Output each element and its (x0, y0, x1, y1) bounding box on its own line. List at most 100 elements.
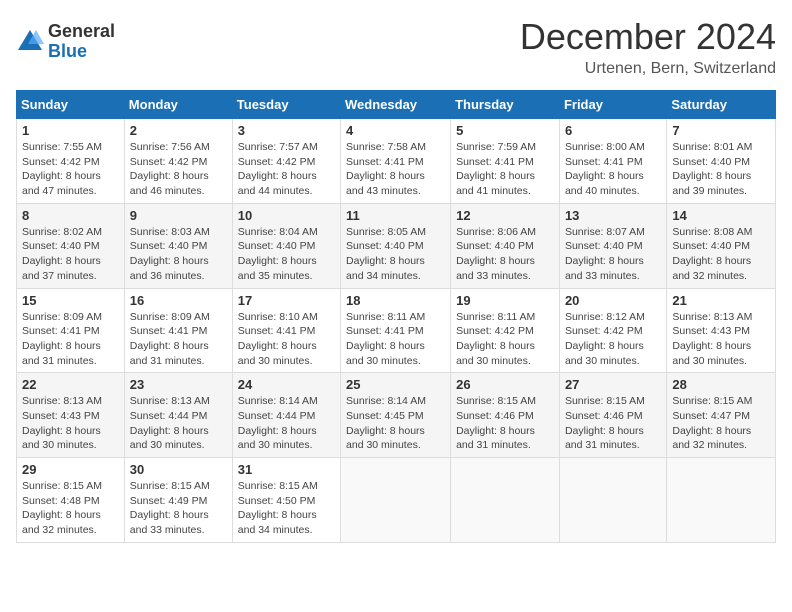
day-detail: Sunrise: 8:13 AMSunset: 4:43 PMDaylight:… (672, 310, 770, 369)
day-detail: Sunrise: 7:57 AMSunset: 4:42 PMDaylight:… (238, 140, 335, 199)
calendar-cell: 18 Sunrise: 8:11 AMSunset: 4:41 PMDaylig… (341, 288, 451, 373)
calendar-cell: 3 Sunrise: 7:57 AMSunset: 4:42 PMDayligh… (232, 119, 340, 204)
calendar-cell: 9 Sunrise: 8:03 AMSunset: 4:40 PMDayligh… (124, 203, 232, 288)
calendar-cell: 25 Sunrise: 8:14 AMSunset: 4:45 PMDaylig… (341, 373, 451, 458)
header-sunday: Sunday (17, 91, 125, 119)
day-detail: Sunrise: 8:08 AMSunset: 4:40 PMDaylight:… (672, 225, 770, 284)
calendar-cell: 1 Sunrise: 7:55 AMSunset: 4:42 PMDayligh… (17, 119, 125, 204)
calendar-cell: 10 Sunrise: 8:04 AMSunset: 4:40 PMDaylig… (232, 203, 340, 288)
week-row-1: 1 Sunrise: 7:55 AMSunset: 4:42 PMDayligh… (17, 119, 776, 204)
calendar-cell: 23 Sunrise: 8:13 AMSunset: 4:44 PMDaylig… (124, 373, 232, 458)
calendar-cell: 24 Sunrise: 8:14 AMSunset: 4:44 PMDaylig… (232, 373, 340, 458)
day-number: 29 (22, 462, 119, 477)
day-detail: Sunrise: 7:55 AMSunset: 4:42 PMDaylight:… (22, 140, 119, 199)
day-detail: Sunrise: 8:15 AMSunset: 4:46 PMDaylight:… (456, 394, 554, 453)
day-detail: Sunrise: 7:59 AMSunset: 4:41 PMDaylight:… (456, 140, 554, 199)
day-number: 16 (130, 293, 227, 308)
day-detail: Sunrise: 8:15 AMSunset: 4:47 PMDaylight:… (672, 394, 770, 453)
logo-icon (16, 28, 44, 56)
calendar-cell: 22 Sunrise: 8:13 AMSunset: 4:43 PMDaylig… (17, 373, 125, 458)
logo-general-text: General (48, 22, 115, 42)
calendar-cell (667, 458, 776, 543)
day-number: 23 (130, 377, 227, 392)
day-number: 25 (346, 377, 445, 392)
calendar-cell: 28 Sunrise: 8:15 AMSunset: 4:47 PMDaylig… (667, 373, 776, 458)
calendar-cell: 14 Sunrise: 8:08 AMSunset: 4:40 PMDaylig… (667, 203, 776, 288)
calendar-cell: 2 Sunrise: 7:56 AMSunset: 4:42 PMDayligh… (124, 119, 232, 204)
day-detail: Sunrise: 8:15 AMSunset: 4:50 PMDaylight:… (238, 479, 335, 538)
header-wednesday: Wednesday (341, 91, 451, 119)
day-number: 31 (238, 462, 335, 477)
day-number: 4 (346, 123, 445, 138)
calendar-cell: 15 Sunrise: 8:09 AMSunset: 4:41 PMDaylig… (17, 288, 125, 373)
calendar-table: SundayMondayTuesdayWednesdayThursdayFrid… (16, 90, 776, 543)
day-detail: Sunrise: 7:56 AMSunset: 4:42 PMDaylight:… (130, 140, 227, 199)
day-number: 9 (130, 208, 227, 223)
week-row-2: 8 Sunrise: 8:02 AMSunset: 4:40 PMDayligh… (17, 203, 776, 288)
day-number: 30 (130, 462, 227, 477)
day-detail: Sunrise: 8:07 AMSunset: 4:40 PMDaylight:… (565, 225, 661, 284)
calendar-cell: 26 Sunrise: 8:15 AMSunset: 4:46 PMDaylig… (451, 373, 560, 458)
day-number: 11 (346, 208, 445, 223)
day-number: 24 (238, 377, 335, 392)
day-detail: Sunrise: 7:58 AMSunset: 4:41 PMDaylight:… (346, 140, 445, 199)
day-detail: Sunrise: 8:06 AMSunset: 4:40 PMDaylight:… (456, 225, 554, 284)
header-tuesday: Tuesday (232, 91, 340, 119)
header-row: SundayMondayTuesdayWednesdayThursdayFrid… (17, 91, 776, 119)
calendar-cell: 19 Sunrise: 8:11 AMSunset: 4:42 PMDaylig… (451, 288, 560, 373)
day-detail: Sunrise: 8:01 AMSunset: 4:40 PMDaylight:… (672, 140, 770, 199)
calendar-cell: 30 Sunrise: 8:15 AMSunset: 4:49 PMDaylig… (124, 458, 232, 543)
day-detail: Sunrise: 8:14 AMSunset: 4:44 PMDaylight:… (238, 394, 335, 453)
day-detail: Sunrise: 8:05 AMSunset: 4:40 PMDaylight:… (346, 225, 445, 284)
day-number: 14 (672, 208, 770, 223)
day-number: 8 (22, 208, 119, 223)
day-detail: Sunrise: 8:04 AMSunset: 4:40 PMDaylight:… (238, 225, 335, 284)
calendar-cell: 12 Sunrise: 8:06 AMSunset: 4:40 PMDaylig… (451, 203, 560, 288)
header-monday: Monday (124, 91, 232, 119)
day-number: 6 (565, 123, 661, 138)
day-number: 1 (22, 123, 119, 138)
week-row-5: 29 Sunrise: 8:15 AMSunset: 4:48 PMDaylig… (17, 458, 776, 543)
day-detail: Sunrise: 8:13 AMSunset: 4:43 PMDaylight:… (22, 394, 119, 453)
week-row-4: 22 Sunrise: 8:13 AMSunset: 4:43 PMDaylig… (17, 373, 776, 458)
day-number: 10 (238, 208, 335, 223)
logo-blue-text: Blue (48, 42, 115, 62)
header-friday: Friday (559, 91, 666, 119)
day-number: 18 (346, 293, 445, 308)
day-detail: Sunrise: 8:11 AMSunset: 4:41 PMDaylight:… (346, 310, 445, 369)
day-number: 27 (565, 377, 661, 392)
day-number: 5 (456, 123, 554, 138)
header-thursday: Thursday (451, 91, 560, 119)
calendar-cell: 16 Sunrise: 8:09 AMSunset: 4:41 PMDaylig… (124, 288, 232, 373)
day-detail: Sunrise: 8:09 AMSunset: 4:41 PMDaylight:… (22, 310, 119, 369)
calendar-cell: 17 Sunrise: 8:10 AMSunset: 4:41 PMDaylig… (232, 288, 340, 373)
day-number: 22 (22, 377, 119, 392)
week-row-3: 15 Sunrise: 8:09 AMSunset: 4:41 PMDaylig… (17, 288, 776, 373)
title-area: December 2024 Urtenen, Bern, Switzerland (520, 16, 776, 78)
calendar-cell: 29 Sunrise: 8:15 AMSunset: 4:48 PMDaylig… (17, 458, 125, 543)
calendar-cell (451, 458, 560, 543)
day-detail: Sunrise: 8:10 AMSunset: 4:41 PMDaylight:… (238, 310, 335, 369)
day-number: 26 (456, 377, 554, 392)
calendar-cell: 8 Sunrise: 8:02 AMSunset: 4:40 PMDayligh… (17, 203, 125, 288)
calendar-cell: 11 Sunrise: 8:05 AMSunset: 4:40 PMDaylig… (341, 203, 451, 288)
day-detail: Sunrise: 8:11 AMSunset: 4:42 PMDaylight:… (456, 310, 554, 369)
day-detail: Sunrise: 8:15 AMSunset: 4:48 PMDaylight:… (22, 479, 119, 538)
day-number: 21 (672, 293, 770, 308)
day-detail: Sunrise: 8:12 AMSunset: 4:42 PMDaylight:… (565, 310, 661, 369)
calendar-cell: 4 Sunrise: 7:58 AMSunset: 4:41 PMDayligh… (341, 119, 451, 204)
calendar-cell: 20 Sunrise: 8:12 AMSunset: 4:42 PMDaylig… (559, 288, 666, 373)
calendar-cell: 27 Sunrise: 8:15 AMSunset: 4:46 PMDaylig… (559, 373, 666, 458)
location-title: Urtenen, Bern, Switzerland (520, 60, 776, 78)
day-number: 12 (456, 208, 554, 223)
day-detail: Sunrise: 8:02 AMSunset: 4:40 PMDaylight:… (22, 225, 119, 284)
day-number: 3 (238, 123, 335, 138)
day-detail: Sunrise: 8:14 AMSunset: 4:45 PMDaylight:… (346, 394, 445, 453)
calendar-cell: 7 Sunrise: 8:01 AMSunset: 4:40 PMDayligh… (667, 119, 776, 204)
calendar-cell: 21 Sunrise: 8:13 AMSunset: 4:43 PMDaylig… (667, 288, 776, 373)
calendar-cell: 31 Sunrise: 8:15 AMSunset: 4:50 PMDaylig… (232, 458, 340, 543)
calendar-cell: 6 Sunrise: 8:00 AMSunset: 4:41 PMDayligh… (559, 119, 666, 204)
calendar-cell: 13 Sunrise: 8:07 AMSunset: 4:40 PMDaylig… (559, 203, 666, 288)
day-detail: Sunrise: 8:13 AMSunset: 4:44 PMDaylight:… (130, 394, 227, 453)
day-number: 2 (130, 123, 227, 138)
